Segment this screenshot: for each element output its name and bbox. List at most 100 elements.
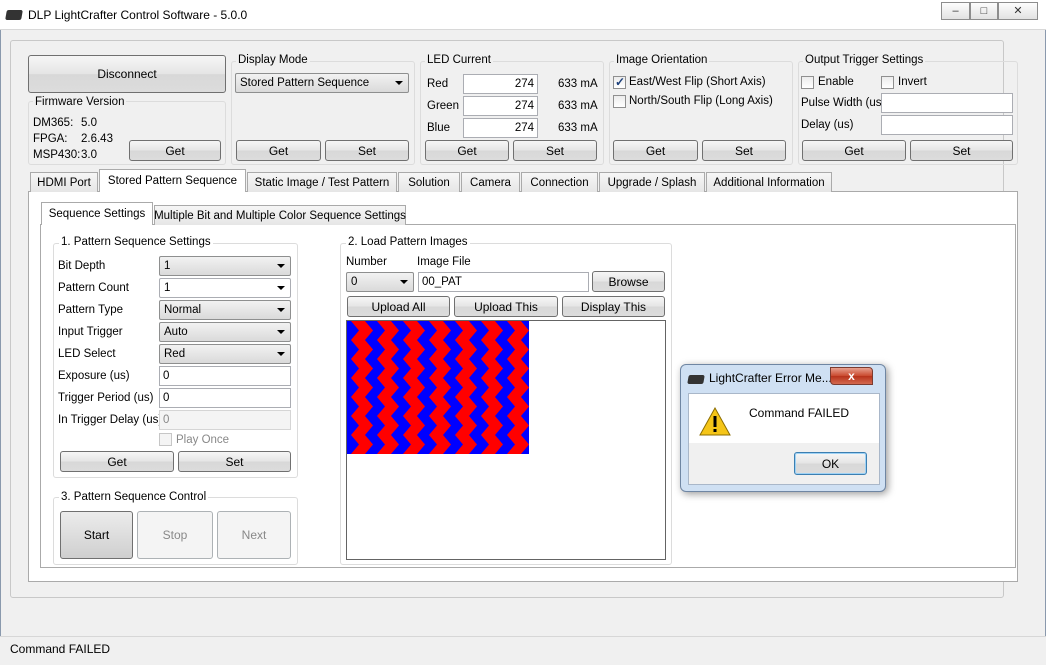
pattern-settings-title: 1. Pattern Sequence Settings [59, 236, 213, 248]
disconnect-button[interactable]: Disconnect [28, 55, 226, 93]
close-button[interactable]: ✕ [998, 2, 1038, 20]
tab-static-image[interactable]: Static Image / Test Pattern [247, 172, 397, 192]
upload-this-button[interactable]: Upload This [454, 296, 558, 317]
pattern-count-label: Pattern Count [58, 282, 129, 294]
pattern-count-value: 1 [164, 282, 171, 294]
dialog-close-button[interactable]: x [830, 367, 873, 385]
next-button[interactable]: Next [217, 511, 291, 559]
display-this-button[interactable]: Display This [562, 296, 665, 317]
display-mode-set-button[interactable]: Set [325, 140, 409, 161]
trigger-get-button[interactable]: Get [802, 140, 906, 161]
display-mode-get-button[interactable]: Get [236, 140, 321, 161]
led-current-title: LED Current [425, 54, 493, 66]
browse-button[interactable]: Browse [592, 271, 665, 292]
tab-stored-pattern-sequence[interactable]: Stored Pattern Sequence [99, 169, 246, 192]
window-title: DLP LightCrafter Control Software - 5.0.… [28, 8, 248, 22]
fpga-value: 2.6.43 [81, 133, 113, 145]
number-value: 0 [351, 276, 358, 288]
tab-sequence-settings[interactable]: Sequence Settings [41, 202, 153, 225]
chevron-down-icon [400, 280, 408, 284]
pattern-settings-set-button[interactable]: Set [178, 451, 291, 472]
minimize-button[interactable]: – [941, 2, 970, 20]
upload-all-button[interactable]: Upload All [347, 296, 450, 317]
tab-additional-information[interactable]: Additional Information [706, 172, 832, 192]
dialog-ok-button[interactable]: OK [794, 452, 867, 475]
in-trigger-delay-input[interactable]: 0 [159, 410, 291, 430]
dialog-message: Command FAILED [749, 406, 850, 420]
msp430-value: 3.0 [81, 149, 97, 161]
bit-depth-label: Bit Depth [58, 260, 106, 272]
pulse-width-input[interactable] [881, 93, 1013, 113]
blue-label: Blue [427, 122, 451, 134]
input-trigger-select[interactable]: Auto [159, 322, 291, 342]
tab-solution[interactable]: Solution [398, 172, 460, 192]
play-once-checkbox[interactable] [159, 433, 172, 446]
chevron-down-icon [277, 330, 285, 334]
title-bar: DLP LightCrafter Control Software - 5.0.… [0, 0, 1046, 30]
dm365-label: DM365: [33, 117, 74, 129]
led-set-button[interactable]: Set [513, 140, 597, 161]
trigger-period-label: Trigger Period (us) [58, 392, 154, 404]
pattern-settings-get-button[interactable]: Get [60, 451, 174, 472]
exposure-input[interactable]: 0 [159, 366, 291, 386]
status-bar: Command FAILED [0, 636, 1046, 665]
pattern-type-select[interactable]: Normal [159, 300, 291, 320]
tab-upgrade-splash[interactable]: Upgrade / Splash [599, 172, 705, 192]
exposure-label: Exposure (us) [58, 370, 130, 382]
red-current-input[interactable]: 274 [463, 74, 538, 94]
play-once-label: Play Once [176, 434, 230, 446]
pattern-preview [346, 320, 666, 560]
firmware-get-button[interactable]: Get [129, 140, 221, 161]
display-mode-select[interactable]: Stored Pattern Sequence [235, 73, 409, 93]
north-south-checkbox[interactable] [613, 95, 626, 108]
pulse-width-label: Pulse Width (us) [801, 97, 886, 109]
dialog-title: LightCrafter Error Me... [709, 371, 832, 385]
red-label: Red [427, 78, 449, 90]
image-file-input[interactable]: 00_PAT [418, 272, 589, 292]
load-images-title: 2. Load Pattern Images [346, 236, 470, 248]
fpga-label: FPGA: [33, 133, 68, 145]
trigger-enable-checkbox[interactable] [801, 76, 814, 89]
led-select-select[interactable]: Red [159, 344, 291, 364]
start-button[interactable]: Start [60, 511, 133, 559]
orientation-set-button[interactable]: Set [702, 140, 786, 161]
in-trigger-delay-label: In Trigger Delay (us) [58, 414, 163, 426]
bit-depth-select[interactable]: 1 [159, 256, 291, 276]
trigger-invert-checkbox[interactable] [881, 76, 894, 89]
blue-current-input[interactable]: 274 [463, 118, 538, 138]
green-label: Green [427, 100, 459, 112]
dialog-body: Command FAILED OK [688, 393, 880, 485]
tab-connection[interactable]: Connection [521, 172, 598, 192]
orientation-get-button[interactable]: Get [613, 140, 698, 161]
error-dialog: LightCrafter Error Me... x Command FAILE… [680, 364, 886, 492]
led-select-value: Red [164, 348, 186, 360]
trigger-set-button[interactable]: Set [910, 140, 1013, 161]
dialog-app-icon [687, 375, 705, 384]
maximize-button[interactable]: □ [970, 2, 998, 20]
warning-icon [699, 407, 731, 436]
dm365-value: 5.0 [81, 117, 97, 129]
input-trigger-label: Input Trigger [58, 326, 123, 338]
north-south-label: North/South Flip (Long Axis) [629, 95, 773, 107]
chevron-down-icon [277, 286, 285, 290]
orientation-title: Image Orientation [614, 54, 710, 66]
led-get-button[interactable]: Get [425, 140, 509, 161]
east-west-checkbox[interactable] [613, 75, 626, 89]
delay-input[interactable] [881, 115, 1013, 135]
green-ma: 633 mA [558, 100, 598, 112]
green-current-input[interactable]: 274 [463, 96, 538, 116]
pattern-type-value: Normal [164, 304, 202, 316]
tab-multiple-bit-color[interactable]: Multiple Bit and Multiple Color Sequence… [154, 205, 406, 225]
number-label: Number [346, 256, 387, 268]
chevron-down-icon [395, 81, 403, 85]
image-file-label: Image File [417, 256, 471, 268]
trigger-period-input[interactable]: 0 [159, 388, 291, 408]
tab-camera[interactable]: Camera [461, 172, 520, 192]
number-select[interactable]: 0 [346, 272, 414, 292]
app-icon [5, 10, 23, 20]
pattern-count-select[interactable]: 1 [159, 278, 291, 298]
tab-hdmi-port[interactable]: HDMI Port [30, 172, 98, 192]
stop-button[interactable]: Stop [137, 511, 213, 559]
display-mode-title: Display Mode [236, 54, 310, 66]
red-ma: 633 mA [558, 78, 598, 90]
